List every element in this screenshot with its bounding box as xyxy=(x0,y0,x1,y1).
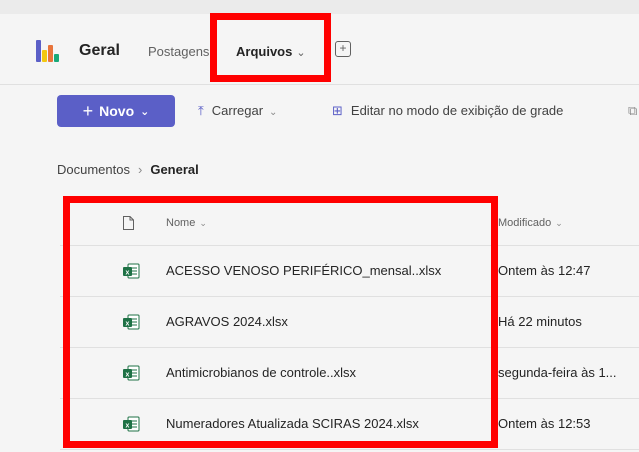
tab-posts-label: Postagens xyxy=(148,44,210,59)
chevron-down-icon: ⌄ xyxy=(555,218,563,228)
file-modified: Ontem às 12:53 xyxy=(498,416,591,431)
breadcrumb-root[interactable]: Documentos xyxy=(57,162,130,177)
new-button[interactable]: + Novo ⌄ xyxy=(57,95,175,127)
grid-icon: ⊞ xyxy=(332,103,343,118)
breadcrumb: Documentos › General xyxy=(57,162,199,177)
chevron-right-icon: › xyxy=(137,162,143,177)
upload-button[interactable]: ⤒ Carregar ⌄ xyxy=(198,103,277,119)
new-button-label: Novo xyxy=(99,103,135,119)
upload-icon: ⤒ xyxy=(198,103,204,118)
tab-posts[interactable]: Postagens xyxy=(148,44,209,59)
column-modified-label: Modificado xyxy=(498,217,552,229)
plus-icon: + xyxy=(82,100,94,121)
channel-title: Geral xyxy=(79,42,120,59)
file-modified: Ontem às 12:47 xyxy=(498,263,591,278)
window-top-strip xyxy=(0,0,639,14)
grid-view-label: Editar no modo de exibição de grade xyxy=(350,103,564,118)
breadcrumb-current: General xyxy=(150,162,199,177)
chevron-down-icon: ⌄ xyxy=(269,107,278,118)
highlight-box-tab xyxy=(210,13,331,82)
chevron-down-icon: ⌄ xyxy=(140,105,150,118)
file-modified: segunda-feira às 1... xyxy=(498,365,617,380)
app-logo-icon xyxy=(36,38,59,62)
highlight-box-files xyxy=(63,196,498,448)
more-toolbar-icon[interactable]: ⧉ xyxy=(628,103,637,119)
grid-view-button[interactable]: ⊞ Editar no modo de exibição de grade xyxy=(332,103,563,119)
add-tab-icon[interactable]: + xyxy=(335,41,351,57)
upload-button-label: Carregar xyxy=(211,103,264,118)
column-header-modified[interactable]: Modificado ⌄ xyxy=(498,217,563,229)
file-modified: Há 22 minutos xyxy=(498,314,582,329)
